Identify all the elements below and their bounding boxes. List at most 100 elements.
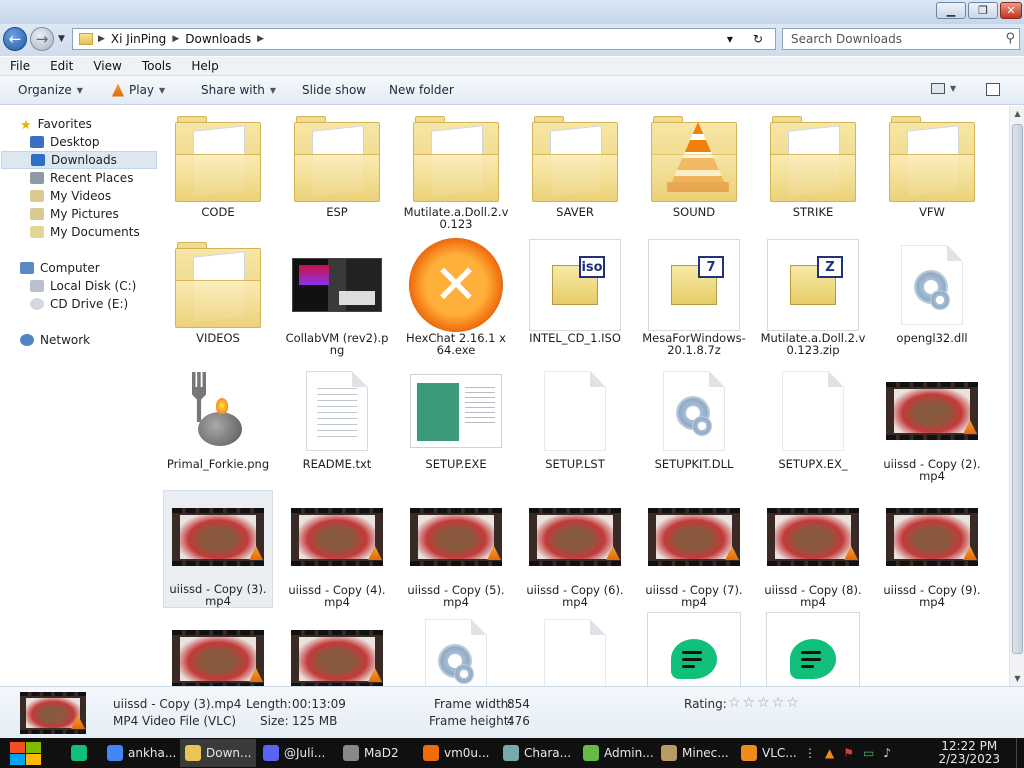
menu-file[interactable]: File [0,59,40,73]
nav-my-pictures[interactable]: My Pictures [30,205,158,223]
refresh-icon[interactable]: ↻ [753,32,763,46]
minimize-button[interactable]: ▁ [936,2,966,19]
taskbar-app[interactable]: Minec... [656,739,732,767]
file-item[interactable]: VBRUN300.DLL [401,612,511,686]
taskbar-app[interactable]: Down... [180,739,256,767]
file-item[interactable]: uiissd - Copy (7).mp4 [639,490,749,608]
search-input[interactable]: Search Downloads ⚲ [782,28,1020,50]
file-item[interactable]: SAVER [520,112,630,230]
file-thumbnail [884,364,980,458]
play-button[interactable]: Play ▼ [112,83,165,97]
taskbar-app[interactable]: Admin... [578,739,654,767]
rating-stars[interactable]: ☆☆☆☆☆ [728,695,801,711]
start-button[interactable] [8,740,42,766]
file-item[interactable]: uiissd - Copy (6).mp4 [520,490,630,608]
share-with-button[interactable]: Share with ▼ [201,83,276,97]
file-item[interactable]: 7 MesaForWindows-20.1.8.7z [639,238,749,356]
overflow-icon[interactable]: ⋮ [804,746,816,760]
file-item[interactable]: STRIKE [758,112,868,230]
file-item[interactable]: VFW [877,112,987,230]
file-item[interactable]: CODE [163,112,273,230]
vlc-tray-icon[interactable]: ▲ [825,746,834,760]
file-item[interactable]: VER.DL_ [520,612,630,686]
nav-favorites[interactable]: ★ Favorites [20,115,178,133]
maximize-button[interactable]: ❐ [968,2,998,19]
address-bar[interactable]: ▶ Xi JinPing ▶ Downloads ▶ ▾ ↻ [72,28,776,50]
file-item[interactable]: Mutilate.a.Doll.2.v0.123 [401,112,511,230]
file-item[interactable]: ✕ HexChat 2.16.1 x64.exe [401,238,511,356]
file-item[interactable]: VIDEOS [163,238,273,356]
organize-button[interactable]: Organize ▼ [18,83,83,97]
address-dropdown-icon[interactable]: ▾ [727,32,733,46]
nav-recent-places[interactable]: Recent Places [30,169,158,187]
recent-pages-dropdown[interactable]: ▼ [58,34,65,44]
scroll-down-arrow-icon[interactable]: ▼ [1010,671,1024,686]
file-item[interactable]: SETUP.EXE [401,364,511,482]
file-item[interactable]: uiissd - Copy (5).mp4 [401,490,511,608]
scroll-up-arrow-icon[interactable]: ▲ [1010,106,1024,121]
nav-my-videos[interactable]: My Videos [30,187,158,205]
file-item[interactable]: CollabVM (rev2).png [282,238,392,356]
nav-pictures-label: My Pictures [50,207,119,221]
chevron-right-icon[interactable]: ▶ [257,34,264,44]
change-view-button[interactable]: ▼ [931,83,956,94]
file-item[interactable]: uiissd - Copy (9).mp4 [877,490,987,608]
volume-icon[interactable]: ♪ [883,746,891,760]
nav-downloads[interactable]: Downloads [1,151,157,169]
vertical-scrollbar[interactable]: ▲ ▼ [1009,106,1024,686]
forward-button[interactable]: → [30,27,54,51]
chevron-right-icon[interactable]: ▶ [172,34,179,44]
menu-help[interactable]: Help [181,59,228,73]
chevron-right-icon[interactable]: ▶ [98,34,105,44]
scrollbar-thumb[interactable] [1012,124,1023,654]
file-item[interactable]: README.txt [282,364,392,482]
file-item[interactable]: watch.htm [758,612,868,686]
file-item[interactable]: watch (1).htm [639,612,749,686]
file-item[interactable]: uiissd.mp4 [282,612,392,686]
flag-icon[interactable]: ⚑ [843,746,854,760]
taskbar-app[interactable]: VLC... [736,739,812,767]
nav-local-disk[interactable]: Local Disk (C:) [30,277,158,295]
nav-computer[interactable]: Computer [20,259,158,277]
taskbar-app[interactable]: @Juli... [258,739,334,767]
breadcrumb-user[interactable]: Xi JinPing [111,32,166,46]
taskbar-app[interactable]: ankha... [102,739,178,767]
file-item[interactable]: Z Mutilate.a.Doll.2.v0.123.zip [758,238,868,356]
taskbar-app[interactable]: Chara... [498,739,574,767]
taskbar-pin-app[interactable] [66,739,98,767]
back-button[interactable]: ← [3,27,27,51]
slide-show-button[interactable]: Slide show [302,83,366,97]
file-item[interactable]: SETUPKIT.DLL [639,364,749,482]
file-item[interactable]: SETUP.LST [520,364,630,482]
menu-view[interactable]: View [83,59,131,73]
network-tray-icon[interactable]: ▭ [863,746,874,760]
file-item[interactable]: iso INTEL_CD_1.ISO [520,238,630,356]
nav-desktop[interactable]: Desktop [30,133,158,151]
preview-pane-button[interactable] [986,83,1000,96]
menu-edit[interactable]: Edit [40,59,83,73]
file-item[interactable]: ESP [282,112,392,230]
clock[interactable]: 12:22 PM 2/23/2023 [938,740,1000,766]
file-list[interactable]: CODE ESP Mutilate.a.Doll.2.v0.123 SAVER SOUN… [163,106,1008,686]
menu-tools[interactable]: Tools [132,59,182,73]
details-filetype: MP4 Video File (VLC) [113,714,237,728]
file-item[interactable]: opengl32.dll [877,238,987,356]
file-item[interactable]: uiissd - Copy (2).mp4 [877,364,987,482]
taskbar-app[interactable]: MaD2 [338,739,414,767]
file-item[interactable]: SOUND [639,112,749,230]
search-icon[interactable]: ⚲ [1005,31,1015,46]
file-item[interactable]: SETUPX.EX_ [758,364,868,482]
nav-my-documents[interactable]: My Documents [30,223,158,241]
new-folder-button[interactable]: New folder [389,83,454,97]
show-desktop-button[interactable] [1016,738,1024,768]
file-item[interactable]: uiissd - Copy (3).mp4 [163,490,273,608]
file-item[interactable]: uiissd - Copy (4).mp4 [282,490,392,608]
taskbar-app[interactable]: vm0u... [418,739,494,767]
breadcrumb-downloads[interactable]: Downloads [185,32,251,46]
file-item[interactable]: Primal_Forkie.png [163,364,273,482]
nav-cd-drive[interactable]: CD Drive (E:) [30,295,158,313]
file-item[interactable]: uiissd [163,612,273,686]
file-item[interactable]: uiissd - Copy (8).mp4 [758,490,868,608]
nav-network[interactable]: Network [20,331,158,349]
close-button[interactable]: ✕ [1000,2,1022,19]
